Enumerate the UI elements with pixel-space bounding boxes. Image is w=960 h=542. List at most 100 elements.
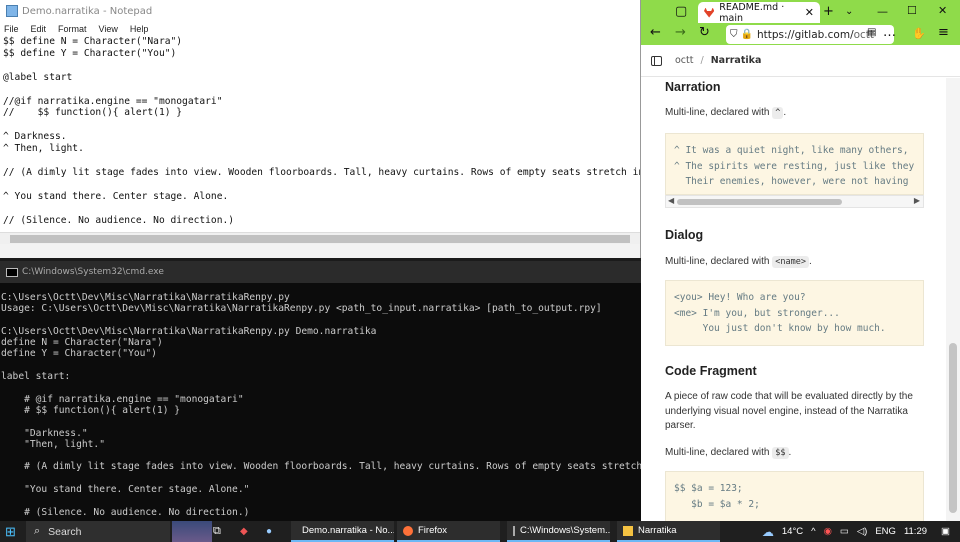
dialog-desc-text: Multi-line, declared with — [665, 256, 770, 267]
scroll-thumb[interactable] — [949, 343, 957, 513]
menu-edit[interactable]: Edit — [31, 24, 47, 34]
new-tab-icon[interactable]: + — [823, 4, 834, 19]
sidebar-toggle-icon[interactable] — [651, 55, 662, 66]
taskbar-search[interactable]: ⌕ Search — [26, 521, 170, 542]
back-icon[interactable]: ← — [650, 25, 661, 40]
weather-temp[interactable]: 14°C — [782, 526, 803, 537]
narration-desc-text: Multi-line, declared with — [665, 107, 770, 118]
taskbar-app-cmd[interactable]: C:\Windows\System... — [507, 521, 610, 542]
taskbar-app-narratika[interactable]: Narratika — [617, 521, 720, 542]
browser-tabbar: ▢ README.md · main ✕ + ⌄ — ☐ ✕ — [641, 0, 960, 24]
code-fragment-description-2: Multi-line, declared with $$. — [665, 447, 792, 459]
lock-icon[interactable]: 🔒 — [741, 29, 753, 40]
narration-code-scrollbar[interactable]: ◀ ▶ — [665, 195, 924, 208]
readme-content: Narration Multi-line, declared with ^. ^… — [665, 77, 924, 521]
taskbar-app-label: C:\Windows\System... — [520, 525, 610, 536]
reader-icon[interactable]: ▤ — [867, 27, 876, 38]
extensions-icon[interactable]: ✋ — [912, 27, 926, 40]
tray-app-icon[interactable]: ◉ — [824, 526, 832, 537]
pinned-app-icon[interactable]: ◆ — [240, 521, 248, 542]
weather-icon[interactable]: ☁ — [762, 525, 774, 539]
clock[interactable]: 11:29 — [904, 526, 927, 537]
narration-heading: Narration — [665, 80, 721, 94]
narration-description: Multi-line, declared with ^. — [665, 107, 787, 119]
dialog-codeblock[interactable]: <you> Hey! Who are you? <me> I'm you, bu… — [665, 280, 924, 346]
menu-file[interactable]: File — [4, 24, 19, 34]
page-vertical-scrollbar[interactable] — [946, 78, 960, 521]
console-icon — [6, 267, 18, 277]
search-label: Search — [48, 525, 82, 538]
menu-help[interactable]: Help — [130, 24, 149, 34]
console-output[interactable]: C:\Users\Octt\Dev\Misc\Narratika\Narrati… — [1, 292, 641, 521]
tab-title: README.md · main — [719, 1, 785, 24]
code-fragment-codeblock[interactable]: $$ $a = 123; $b = $a * 2; — [665, 471, 924, 521]
notepad-window: Demo.narratika - Notepad File Edit Forma… — [0, 0, 641, 258]
scroll-thumb[interactable] — [677, 199, 842, 205]
tab-readme[interactable]: README.md · main ✕ — [698, 1, 820, 24]
tab-overview-icon[interactable]: ▢ — [675, 4, 687, 19]
browser-navbar: ← → ↻ ⛉ 🔒 https://gitlab.com/octt ▤ … ✋ … — [641, 23, 960, 45]
maximize-icon[interactable]: ☐ — [907, 4, 917, 17]
more-icon[interactable]: … — [883, 25, 896, 40]
tab-list-icon[interactable]: ⌄ — [845, 6, 853, 17]
pinned-app-2-icon[interactable]: ● — [266, 521, 272, 542]
menu-icon[interactable]: ≡ — [938, 25, 949, 40]
taskbar-app-label: Firefox — [418, 525, 448, 536]
notepad-menubar: File Edit Format View Help — [0, 22, 640, 36]
close-tab-icon[interactable]: ✕ — [805, 6, 814, 19]
console-window: C:\Windows\System32\cmd.exe C:\Users\Oct… — [0, 261, 641, 521]
gitlab-favicon-icon — [704, 7, 715, 18]
code-fragment-description: A piece of raw code that will be evaluat… — [665, 391, 913, 431]
notepad-icon — [6, 5, 18, 17]
scroll-left-icon[interactable]: ◀ — [668, 196, 674, 205]
task-view-icon[interactable]: ⧉ — [213, 521, 221, 542]
search-highlight-image[interactable] — [172, 521, 212, 542]
scroll-thumb[interactable] — [10, 235, 630, 243]
firefox-window: ▢ README.md · main ✕ + ⌄ — ☐ ✕ ← → ↻ ⛉ 🔒… — [641, 0, 960, 521]
menu-view[interactable]: View — [99, 24, 118, 34]
console-titlebar[interactable]: C:\Windows\System32\cmd.exe — [0, 261, 641, 283]
taskbar-app-notepad[interactable]: Demo.narratika - No... — [291, 521, 394, 542]
firefox-app-icon — [403, 525, 413, 536]
breadcrumb-owner[interactable]: octt — [675, 55, 694, 66]
windows-start-icon[interactable]: ⊞ — [5, 521, 16, 542]
notepad-statusbar — [0, 244, 640, 258]
minimize-icon[interactable]: — — [877, 5, 888, 18]
taskbar: ⊞ ⌕ Search ⧉ ◆ ● Demo.narratika - No... … — [0, 521, 960, 542]
reload-icon[interactable]: ↻ — [699, 25, 710, 40]
gitlab-breadcrumb-bar: octt / Narratika — [641, 45, 960, 77]
language-indicator[interactable]: ENG — [875, 526, 896, 537]
cmd-app-icon — [513, 525, 515, 536]
notepad-text-area[interactable]: $$ define N = Character("Nara") $$ defin… — [3, 36, 640, 231]
fragment-desc-text: Multi-line, declared with — [665, 447, 770, 458]
console-title: C:\Windows\System32\cmd.exe — [22, 267, 164, 277]
code-fragment-heading: Code Fragment — [665, 364, 757, 378]
notepad-titlebar[interactable]: Demo.narratika - Notepad — [0, 0, 640, 22]
notepad-title: Demo.narratika - Notepad — [22, 5, 153, 17]
system-tray: ☁ 14°C ^ ◉ ▭ ◁) ENG 11:29 ▣ — [762, 521, 960, 542]
search-icon: ⌕ — [34, 525, 41, 537]
dialog-description: Multi-line, declared with <name>. — [665, 256, 812, 268]
dialog-token: <name> — [772, 256, 809, 268]
forward-icon[interactable]: → — [675, 25, 686, 40]
network-icon[interactable]: ▭ — [840, 526, 849, 537]
taskbar-app-label: Demo.narratika - No... — [302, 525, 394, 536]
close-window-icon[interactable]: ✕ — [938, 4, 947, 17]
narration-codeblock[interactable]: ^ It was a quiet night, like many others… — [665, 133, 924, 195]
fragment-token: $$ — [772, 447, 789, 459]
url-main: https://gitlab.com/ — [756, 28, 854, 41]
shield-icon[interactable]: ⛉ — [730, 29, 738, 40]
dialog-heading: Dialog — [665, 228, 704, 242]
menu-format[interactable]: Format — [58, 24, 87, 34]
tray-chevron-icon[interactable]: ^ — [811, 526, 815, 537]
taskbar-app-label: Narratika — [638, 525, 677, 536]
breadcrumb-project[interactable]: Narratika — [711, 55, 762, 66]
taskbar-app-firefox[interactable]: Firefox — [397, 521, 500, 542]
folder-app-icon — [623, 525, 633, 536]
narration-token: ^ — [772, 107, 784, 119]
breadcrumb-separator: / — [700, 55, 704, 66]
speaker-icon[interactable]: ◁) — [857, 526, 867, 537]
notepad-horizontal-scrollbar[interactable] — [0, 232, 640, 244]
notification-icon[interactable]: ▣ — [941, 526, 950, 537]
scroll-right-icon[interactable]: ▶ — [914, 196, 920, 205]
